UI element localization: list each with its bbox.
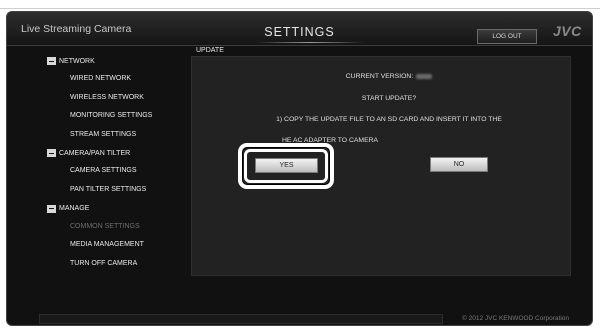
sidebar-item-common-settings: COMMON SETTINGS: [70, 222, 140, 230]
sidebar-item-camera-settings[interactable]: CAMERA SETTINGS: [47, 162, 187, 181]
sidebar-item-turn-off-camera[interactable]: TURN OFF CAMERA: [47, 255, 187, 274]
sidebar-item-media-management[interactable]: MEDIA MANAGEMENT: [47, 236, 187, 255]
sidebar-item-wired-network[interactable]: WIRED NETWORK: [47, 70, 187, 89]
update-panel: CURRENT VERSION: START UPDATE? 1) COPY T…: [191, 56, 571, 276]
group-label: CAMERA/PAN TILTER: [59, 149, 131, 157]
screenshot-frame: Live Streaming Camera SETTINGS LOG OUT J…: [0, 0, 600, 333]
section-label: UPDATE: [196, 47, 224, 54]
footer-bar: [39, 314, 443, 324]
highlight-outline: [238, 143, 334, 189]
redacted-version: [416, 73, 433, 79]
collapse-icon[interactable]: [47, 149, 56, 158]
collapse-icon[interactable]: [47, 57, 56, 65]
header: Live Streaming Camera SETTINGS LOG OUT J…: [7, 12, 592, 46]
group-label: NETWORK: [59, 57, 95, 65]
current-version-label: CURRENT VERSION:: [345, 73, 414, 80]
no-button[interactable]: NO: [430, 157, 488, 172]
sidebar: NETWORK WIRED NETWORK WIRELESS NETWORK M…: [47, 52, 187, 273]
app-window: Live Streaming Camera SETTINGS LOG OUT J…: [6, 11, 593, 326]
sidebar-item-wireless-network[interactable]: WIRELESS NETWORK: [47, 89, 187, 108]
sidebar-group-camera-pan-tilter[interactable]: CAMERA/PAN TILTER: [47, 144, 187, 162]
brand-logo: JVC: [553, 23, 582, 39]
logout-button[interactable]: LOG OUT: [477, 29, 537, 44]
group-label: MANAGE: [59, 205, 90, 213]
sidebar-item-pan-tilter-settings[interactable]: PAN TILTER SETTINGS: [47, 181, 187, 200]
copyright-text: © 2012 JVC KENWOOD Corporation: [462, 315, 570, 322]
collapse-icon[interactable]: [47, 204, 56, 213]
sidebar-group-manage[interactable]: MANAGE: [47, 200, 187, 218]
sidebar-group-network[interactable]: NETWORK: [47, 52, 187, 70]
instruction-step-1: 1) COPY THE UPDATE FILE TO AN SD CARD AN…: [276, 116, 502, 123]
sidebar-item-stream-settings[interactable]: STREAM SETTINGS: [47, 126, 187, 145]
current-version: CURRENT VERSION:: [200, 73, 578, 80]
title-underline: [255, 42, 365, 43]
top-divider: [0, 8, 600, 9]
sidebar-item-monitoring-settings[interactable]: MONITORING SETTINGS: [47, 107, 187, 126]
start-update-prompt: START UPDATE?: [361, 95, 417, 102]
